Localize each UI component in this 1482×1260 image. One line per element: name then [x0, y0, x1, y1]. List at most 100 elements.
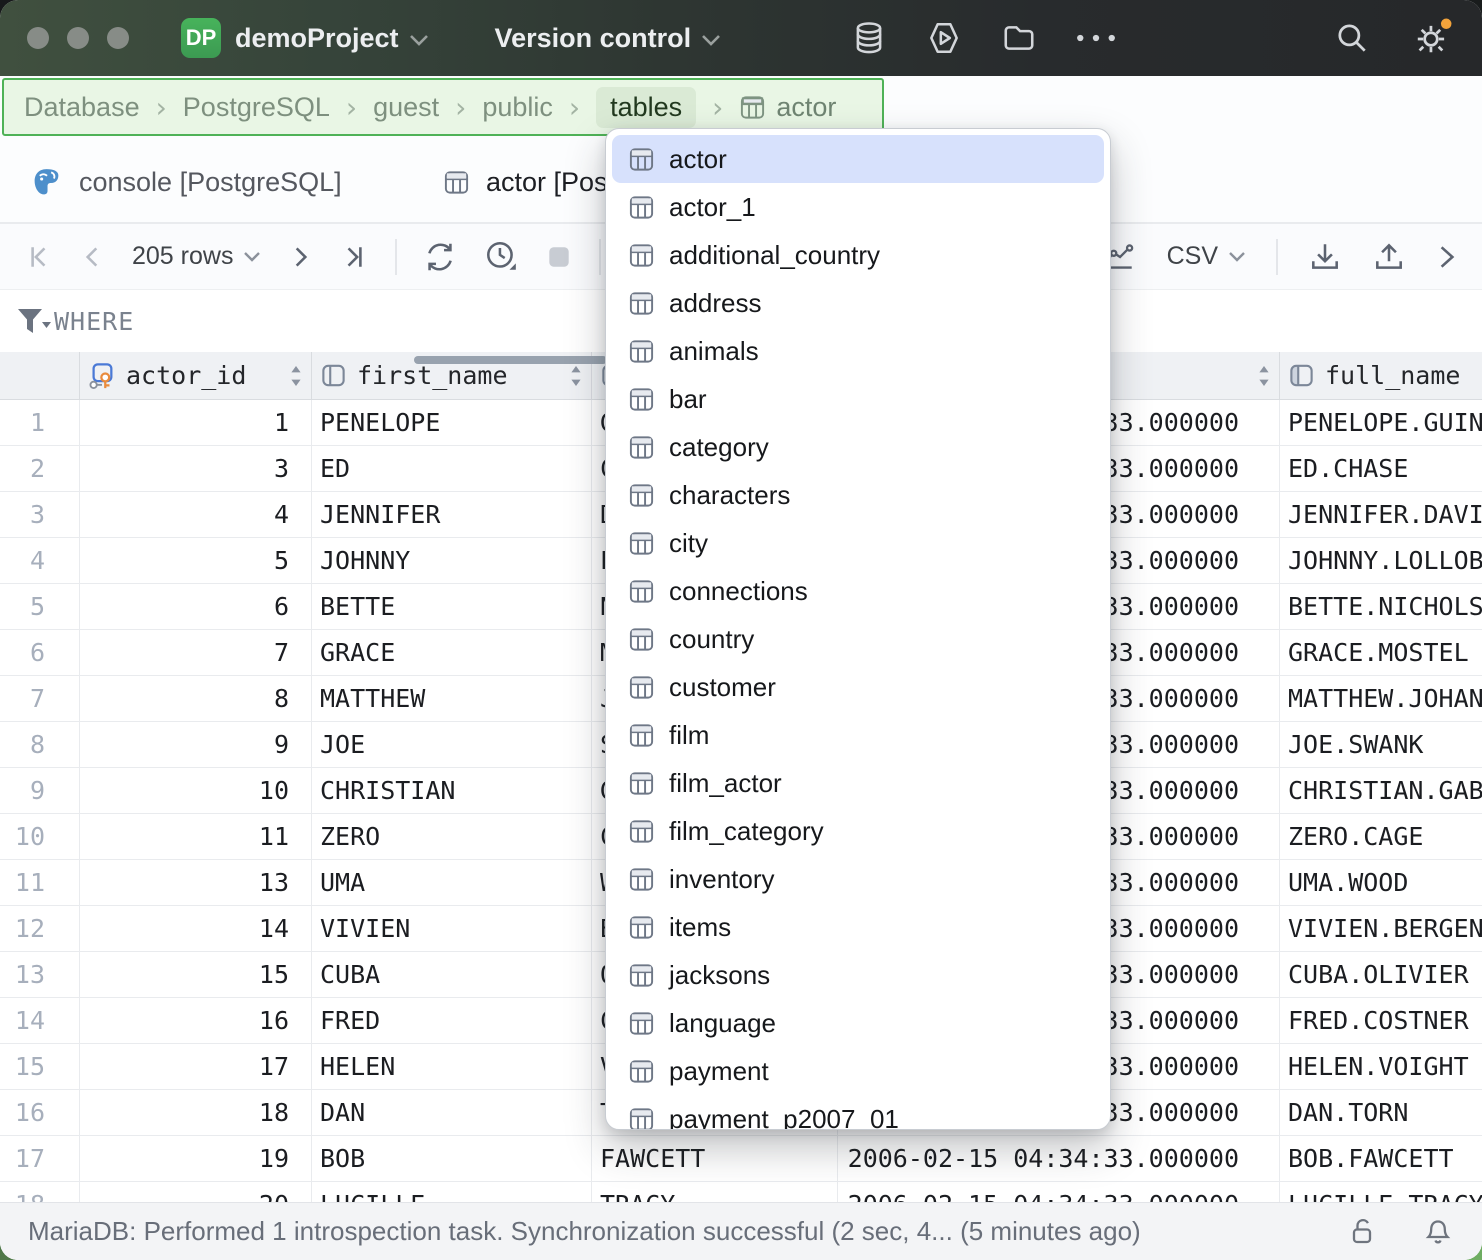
cell-full_name[interactable]: BOB.FAWCETT — [1280, 1136, 1482, 1181]
cell-first_name[interactable]: FRED — [312, 998, 592, 1043]
cell-first_name[interactable]: VIVIEN — [312, 906, 592, 951]
table-popup-item-actor[interactable]: actor — [612, 135, 1104, 183]
upload-icon[interactable] — [1372, 240, 1406, 274]
tab-console-postgresql[interactable]: console [PostgreSQL] — [30, 142, 342, 222]
cell-last_name[interactable]: FAWCETT — [592, 1136, 838, 1181]
vcs-menu[interactable]: Version control — [495, 23, 722, 54]
cell-first_name[interactable]: DAN — [312, 1090, 592, 1135]
tab-actor-table[interactable]: actor [Pos — [443, 142, 608, 222]
cell-first_name[interactable]: JOHNNY — [312, 538, 592, 583]
row-number[interactable]: 13 — [0, 952, 80, 997]
cell-first_name[interactable]: MATTHEW — [312, 676, 592, 721]
cell-actor_id[interactable]: 17 — [80, 1044, 312, 1089]
cell-actor_id[interactable]: 18 — [80, 1090, 312, 1135]
table-popup-item-animals[interactable]: animals — [612, 327, 1104, 375]
zoom-window-button[interactable] — [107, 27, 129, 49]
next-page-button[interactable] — [287, 243, 315, 271]
table-popup-item-customer[interactable]: customer — [612, 663, 1104, 711]
chevron-right-icon[interactable] — [1436, 243, 1458, 271]
last-page-button[interactable] — [341, 243, 369, 271]
notifications-bell-icon[interactable] — [1422, 1216, 1454, 1248]
cell-first_name[interactable]: JOE — [312, 722, 592, 767]
row-number[interactable]: 8 — [0, 722, 80, 767]
table-popup-item-characters[interactable]: characters — [612, 471, 1104, 519]
cell-actor_id[interactable]: 1 — [80, 400, 312, 445]
cell-first_name[interactable]: ZERO — [312, 814, 592, 859]
more-icon[interactable] — [1075, 32, 1117, 44]
breadcrumb-item-PostgreSQL[interactable]: PostgreSQL — [183, 92, 330, 123]
row-number[interactable]: 2 — [0, 446, 80, 491]
cell-actor_id[interactable]: 5 — [80, 538, 312, 583]
cell-actor_id[interactable]: 10 — [80, 768, 312, 813]
cell-first_name[interactable]: BETTE — [312, 584, 592, 629]
cell-full_name[interactable]: CHRISTIAN.GABLE — [1280, 768, 1482, 813]
cell-full_name[interactable]: GRACE.MOSTEL — [1280, 630, 1482, 675]
export-format-select[interactable]: CSV — [1167, 242, 1246, 271]
row-number[interactable]: 14 — [0, 998, 80, 1043]
cell-full_name[interactable]: PENELOPE.GUINESS — [1280, 400, 1482, 445]
cell-full_name[interactable]: CUBA.OLIVIER — [1280, 952, 1482, 997]
cell-actor_id[interactable]: 13 — [80, 860, 312, 905]
cell-actor_id[interactable]: 6 — [80, 584, 312, 629]
cell-first_name[interactable]: ED — [312, 446, 592, 491]
cell-actor_id[interactable]: 3 — [80, 446, 312, 491]
table-popup-item-payment[interactable]: payment — [612, 1047, 1104, 1095]
sort-arrows-icon[interactable] — [1257, 363, 1271, 389]
table-popup-item-film[interactable]: film — [612, 711, 1104, 759]
previous-page-button[interactable] — [78, 243, 106, 271]
cell-first_name[interactable]: BOB — [312, 1136, 592, 1181]
cell-first_name[interactable]: PENELOPE — [312, 400, 592, 445]
row-number[interactable]: 5 — [0, 584, 80, 629]
cell-full_name[interactable]: DAN.TORN — [1280, 1090, 1482, 1135]
cell-full_name[interactable]: JOE.SWANK — [1280, 722, 1482, 767]
cell-first_name[interactable]: JENNIFER — [312, 492, 592, 537]
cell-full_name[interactable]: MATTHEW.JOHANSSON — [1280, 676, 1482, 721]
row-number[interactable]: 6 — [0, 630, 80, 675]
table-popup-item-payment_p2007_01[interactable]: payment_p2007_01 — [612, 1095, 1104, 1130]
query-history-clock-icon[interactable] — [483, 239, 519, 275]
cell-full_name[interactable]: JOHNNY.LOLLOBRIGIDA — [1280, 538, 1482, 583]
row-number[interactable]: 12 — [0, 906, 80, 951]
sort-arrows-icon[interactable] — [569, 363, 583, 389]
table-popup-item-actor_1[interactable]: actor_1 — [612, 183, 1104, 231]
refresh-icon[interactable] — [423, 240, 457, 274]
table-popup-item-city[interactable]: city — [612, 519, 1104, 567]
row-number[interactable]: 17 — [0, 1136, 80, 1181]
folder-icon[interactable] — [1001, 20, 1037, 56]
cell-full_name[interactable]: ZERO.CAGE — [1280, 814, 1482, 859]
table-popup-item-inventory[interactable]: inventory — [612, 855, 1104, 903]
cell-first_name[interactable]: CHRISTIAN — [312, 768, 592, 813]
minimize-window-button[interactable] — [67, 27, 89, 49]
search-icon[interactable] — [1334, 20, 1370, 56]
project-menu[interactable]: demoProject — [235, 23, 429, 54]
first-page-button[interactable] — [24, 243, 52, 271]
table-popup-item-film_category[interactable]: film_category — [612, 807, 1104, 855]
table-popup-item-country[interactable]: country — [612, 615, 1104, 663]
cell-first_name[interactable]: CUBA — [312, 952, 592, 997]
cell-first_name[interactable]: HELEN — [312, 1044, 592, 1089]
breadcrumb-item-public[interactable]: public — [482, 92, 553, 123]
table-popup-item-items[interactable]: items — [612, 903, 1104, 951]
cell-first_name[interactable]: UMA — [312, 860, 592, 905]
column-header-full-name[interactable]: full_name — [1280, 352, 1482, 399]
close-window-button[interactable] — [27, 27, 49, 49]
table-popup-item-jacksons[interactable]: jacksons — [612, 951, 1104, 999]
cell-last_update[interactable]: 2006-02-15 04:34:33.000000 — [838, 1136, 1280, 1181]
cell-actor_id[interactable]: 7 — [80, 630, 312, 675]
window-controls[interactable] — [27, 27, 129, 49]
row-number[interactable]: 9 — [0, 768, 80, 813]
cell-full_name[interactable]: UMA.WOOD — [1280, 860, 1482, 905]
sort-arrows-icon[interactable] — [289, 363, 303, 389]
row-number[interactable]: 10 — [0, 814, 80, 859]
unlocked-icon[interactable] — [1346, 1216, 1378, 1248]
breadcrumb-item-tables[interactable]: tables — [596, 87, 696, 128]
row-number[interactable]: 11 — [0, 860, 80, 905]
row-number[interactable]: 15 — [0, 1044, 80, 1089]
table-popup-item-category[interactable]: category — [612, 423, 1104, 471]
table-popup-item-connections[interactable]: connections — [612, 567, 1104, 615]
row-number[interactable]: 4 — [0, 538, 80, 583]
row-number[interactable]: 1 — [0, 400, 80, 445]
cell-actor_id[interactable]: 4 — [80, 492, 312, 537]
cell-full_name[interactable]: HELEN.VOIGHT — [1280, 1044, 1482, 1089]
project-badge[interactable]: DP — [181, 18, 221, 58]
